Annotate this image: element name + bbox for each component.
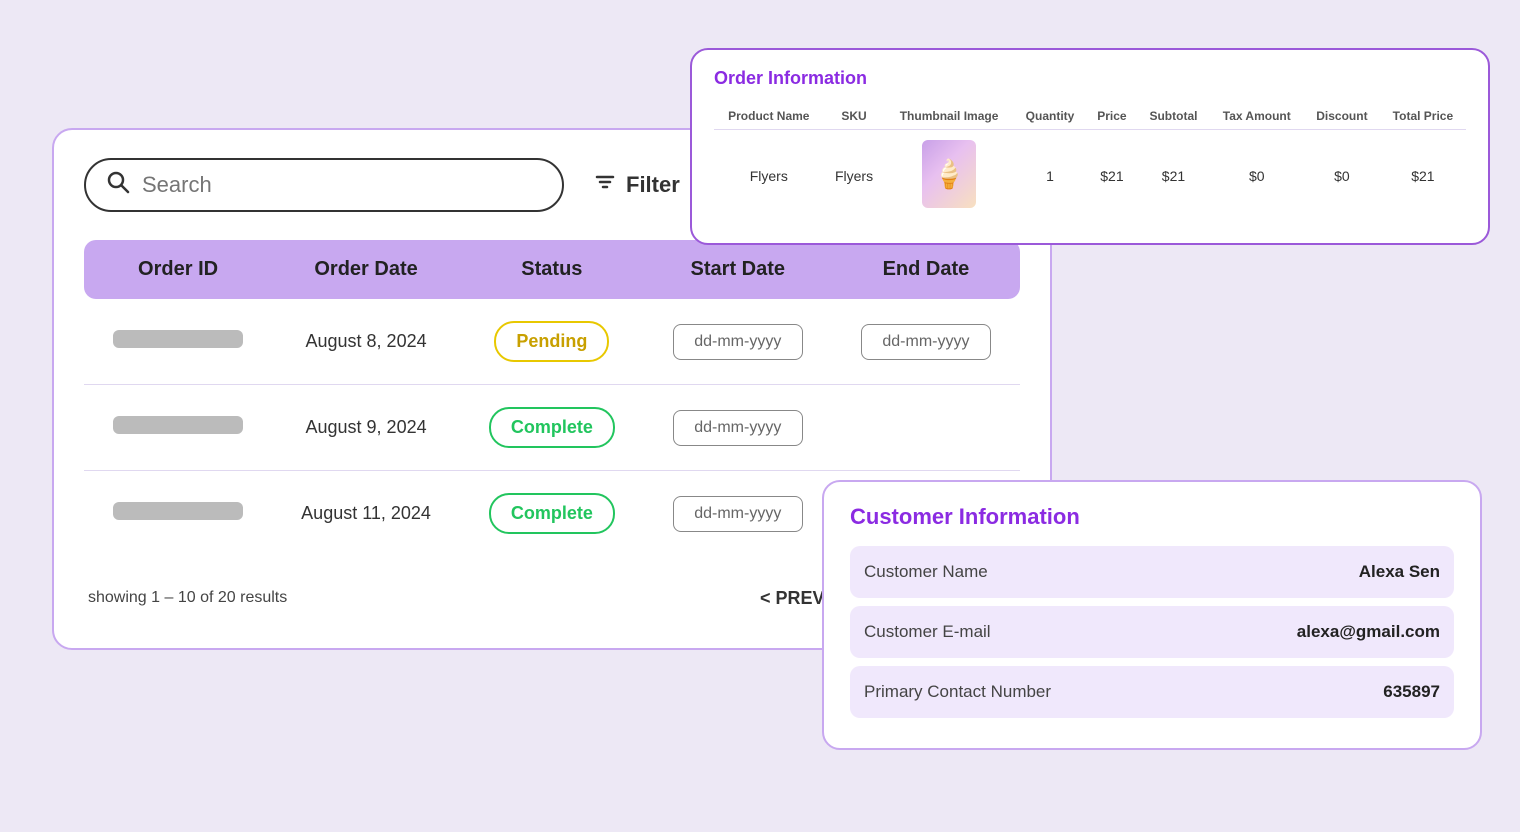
filter-icon — [594, 171, 616, 199]
customer-info-title: Customer Information — [850, 504, 1454, 530]
order-date-cell: August 11, 2024 — [272, 471, 460, 557]
prev-button[interactable]: < PREV — [752, 584, 833, 613]
order-id-placeholder — [113, 502, 243, 520]
col-tax: Tax Amount — [1209, 103, 1304, 130]
th-status: Status — [460, 240, 644, 299]
col-subtotal: Subtotal — [1137, 103, 1209, 130]
col-product-name: Product Name — [714, 103, 824, 130]
table-row[interactable]: August 9, 2024 Complete dd-mm-yyyy — [84, 385, 1020, 471]
quantity-cell: 1 — [1014, 130, 1087, 222]
customer-name-label: Customer Name — [864, 562, 988, 582]
customer-phone-row: Primary Contact Number 635897 — [850, 666, 1454, 718]
status-badge: Complete — [489, 407, 615, 448]
customer-phone-value: 635897 — [1383, 682, 1440, 702]
start-date-input[interactable]: dd-mm-yyyy — [673, 496, 803, 532]
filter-label: Filter — [626, 172, 680, 198]
order-id-placeholder — [113, 330, 243, 348]
status-cell: Complete — [460, 471, 644, 557]
total-cell: $21 — [1380, 130, 1466, 222]
start-date-input[interactable]: dd-mm-yyyy — [673, 324, 803, 360]
table-header-row: Order ID Order Date Status Start Date En… — [84, 240, 1020, 299]
order-info-panel: Order Information Product Name SKU Thumb… — [690, 48, 1490, 245]
col-quantity: Quantity — [1014, 103, 1087, 130]
order-date-cell: August 9, 2024 — [272, 385, 460, 471]
customer-email-label: Customer E-mail — [864, 622, 991, 642]
price-cell: $21 — [1086, 130, 1137, 222]
start-date-cell: dd-mm-yyyy — [644, 299, 832, 385]
subtotal-cell: $21 — [1137, 130, 1209, 222]
order-info-row: Flyers Flyers 1 $21 $21 $0 $0 $21 — [714, 130, 1466, 222]
order-date-cell: August 8, 2024 — [272, 299, 460, 385]
col-discount: Discount — [1304, 103, 1380, 130]
start-date-input[interactable]: dd-mm-yyyy — [673, 410, 803, 446]
end-date-cell — [832, 385, 1020, 471]
search-box[interactable] — [84, 158, 564, 212]
customer-name-value: Alexa Sen — [1359, 562, 1440, 582]
search-input[interactable] — [142, 172, 542, 198]
th-start-date: Start Date — [644, 240, 832, 299]
customer-phone-label: Primary Contact Number — [864, 682, 1051, 702]
col-price: Price — [1086, 103, 1137, 130]
th-end-date: End Date — [832, 240, 1020, 299]
sku-cell: Flyers — [824, 130, 885, 222]
customer-email-row: Customer E-mail alexa@gmail.com — [850, 606, 1454, 658]
end-date-input[interactable]: dd-mm-yyyy — [861, 324, 991, 360]
search-icon — [106, 170, 130, 200]
status-cell: Complete — [460, 385, 644, 471]
th-order-id: Order ID — [84, 240, 272, 299]
col-total: Total Price — [1380, 103, 1466, 130]
table-row[interactable]: August 8, 2024 Pending dd-mm-yyyy dd-mm-… — [84, 299, 1020, 385]
order-id-cell — [84, 299, 272, 385]
product-name-cell: Flyers — [714, 130, 824, 222]
col-sku: SKU — [824, 103, 885, 130]
discount-cell: $0 — [1304, 130, 1380, 222]
pagination-info: showing 1 – 10 of 20 results — [88, 589, 287, 607]
customer-name-row: Customer Name Alexa Sen — [850, 546, 1454, 598]
order-id-placeholder — [113, 416, 243, 434]
start-date-cell: dd-mm-yyyy — [644, 471, 832, 557]
thumbnail-cell — [885, 130, 1014, 222]
tax-cell: $0 — [1209, 130, 1304, 222]
customer-info-panel: Customer Information Customer Name Alexa… — [822, 480, 1482, 750]
product-thumbnail — [922, 140, 976, 208]
customer-email-value: alexa@gmail.com — [1297, 622, 1440, 642]
start-date-cell: dd-mm-yyyy — [644, 385, 832, 471]
filter-button[interactable]: Filter — [594, 171, 680, 199]
col-thumbnail: Thumbnail Image — [885, 103, 1014, 130]
status-badge: Pending — [494, 321, 609, 362]
order-info-title: Order Information — [714, 68, 1466, 89]
status-cell: Pending — [460, 299, 644, 385]
th-order-date: Order Date — [272, 240, 460, 299]
status-badge: Complete — [489, 493, 615, 534]
order-id-cell — [84, 385, 272, 471]
end-date-cell: dd-mm-yyyy — [832, 299, 1020, 385]
order-info-table: Product Name SKU Thumbnail Image Quantit… — [714, 103, 1466, 221]
order-id-cell — [84, 471, 272, 557]
